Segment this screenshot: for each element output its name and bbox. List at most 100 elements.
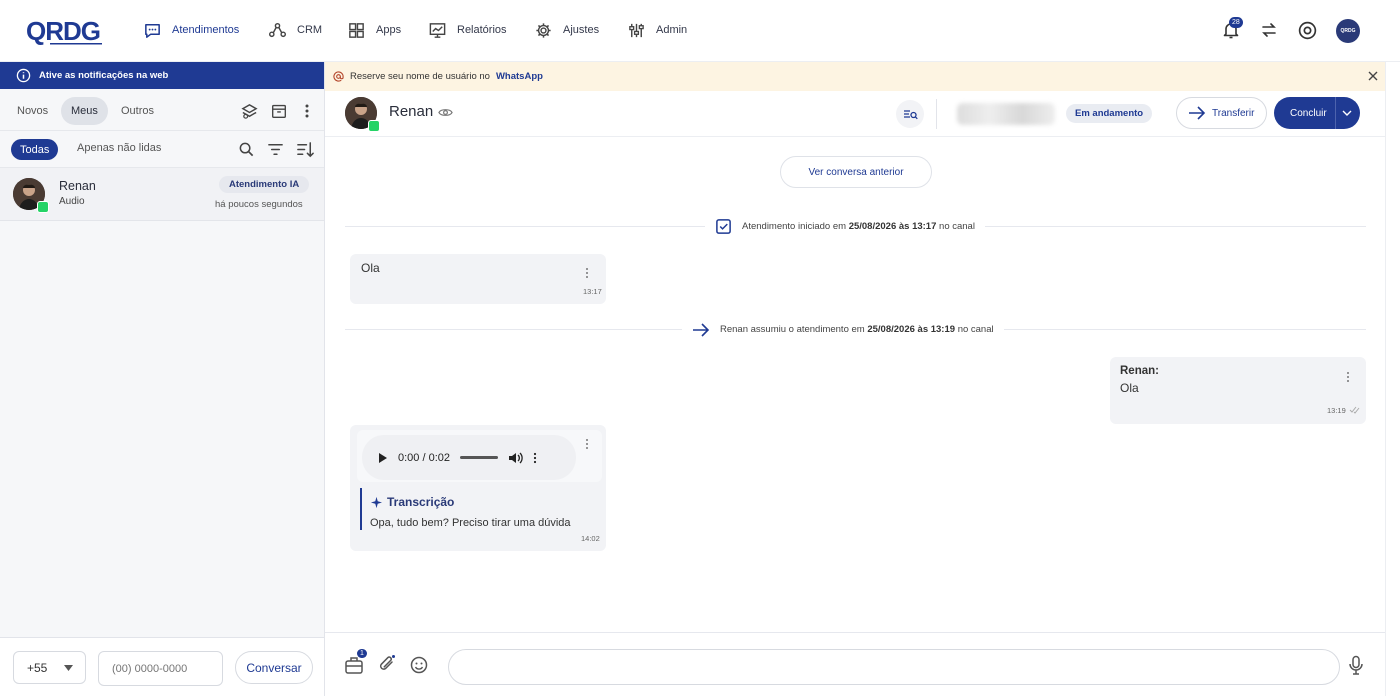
previous-conversation-button[interactable]: Ver conversa anterior	[780, 156, 932, 188]
new-conversation-bar: +55 Conversar	[0, 637, 324, 696]
nav-ajustes[interactable]: Ajustes	[534, 21, 599, 39]
nav-relatorios[interactable]: Relatórios	[428, 21, 507, 39]
nav-atendimentos[interactable]: Atendimentos	[143, 21, 239, 39]
message-input[interactable]	[448, 649, 1340, 685]
audio-player[interactable]: 0:00 / 0:02	[362, 435, 576, 480]
start-conversation-button[interactable]: Conversar	[235, 651, 313, 684]
close-icon[interactable]	[1368, 71, 1378, 81]
notification-badge: 28	[1229, 17, 1243, 28]
message-menu-icon[interactable]	[585, 438, 589, 450]
templates-badge: 1	[357, 649, 367, 658]
divider	[1335, 97, 1336, 129]
message-sender: Renan:	[1120, 365, 1159, 377]
tab-meus[interactable]: Meus	[61, 97, 108, 125]
message-outgoing[interactable]: Renan: Ola 13:19	[1110, 357, 1366, 424]
qrdg-logo[interactable]: QRDG	[26, 18, 106, 46]
contact-name[interactable]: Renan	[389, 103, 433, 120]
sort-icon[interactable]	[296, 140, 315, 159]
nav-apps[interactable]: Apps	[347, 21, 401, 39]
audio-menu-icon[interactable]	[533, 452, 537, 464]
filter-bar: Todas Apenas não lidas	[0, 131, 324, 168]
message-time: 13:19	[1327, 406, 1346, 415]
whatsapp-username-banner: Reserve seu nome de usuário no WhatsApp	[325, 62, 1385, 91]
help-icon[interactable]	[1297, 20, 1318, 41]
switch-arrows-icon[interactable]	[1259, 20, 1279, 40]
sparkle-icon	[370, 496, 383, 508]
message-menu-icon[interactable]	[1346, 371, 1350, 383]
system-text: Atendimento iniciado em	[742, 221, 847, 232]
svg-text:QRDG: QRDG	[26, 18, 100, 46]
paperclip-icon[interactable]	[377, 653, 397, 675]
status-badge: Em andamento	[1066, 104, 1153, 123]
info-icon	[16, 68, 31, 83]
system-text: no canal	[957, 324, 994, 335]
nav-label: Apps	[376, 24, 402, 36]
system-message-started: Atendimento iniciado em 25/08/2026 às 13…	[705, 218, 985, 235]
message-incoming[interactable]: Ola 13:17	[350, 254, 606, 304]
filter-unread-chip[interactable]: Apenas não lidas	[77, 142, 161, 154]
arrow-right-icon	[693, 322, 710, 337]
country-code-value: +55	[27, 660, 48, 675]
notify-text: Ative as notificações na web	[39, 70, 169, 81]
double-check-icon	[1349, 406, 1360, 414]
audio-progress-bar[interactable]	[460, 456, 498, 459]
phone-input[interactable]	[98, 651, 223, 686]
banner-text: Reserve seu nome de usuário no	[350, 71, 490, 82]
whatsapp-icon	[37, 201, 49, 213]
conversation-tag: Atendimento IA	[219, 176, 310, 193]
ai-summary-icon[interactable]	[895, 99, 925, 129]
volume-icon[interactable]	[508, 451, 523, 465]
transcription-title: Transcrição	[387, 495, 455, 509]
filter-all-chip[interactable]: Todas	[11, 139, 59, 160]
message-audio[interactable]: 0:00 / 0:02 Transcrição Opa, tudo bem? P…	[350, 425, 606, 551]
transfer-label: Transferir	[1212, 107, 1255, 119]
eye-icon[interactable]	[438, 105, 453, 120]
at-sign-icon	[333, 71, 344, 82]
conversation-name: Renan	[59, 179, 96, 193]
conclude-button[interactable]: Concluir	[1274, 97, 1360, 129]
banner-brand: WhatsApp	[495, 71, 543, 82]
message-composer: 1	[325, 632, 1385, 696]
system-date: 25/08/2026 às 13:19	[867, 324, 956, 335]
message-time: 14:02	[581, 534, 600, 543]
conversation-preview: Audio	[59, 196, 85, 207]
page-scrollbar[interactable]	[1385, 62, 1400, 696]
caret-down-icon	[64, 665, 73, 671]
nav-label: Relatórios	[457, 24, 507, 36]
archive-icon[interactable]	[270, 102, 288, 120]
gear-icon	[536, 22, 551, 38]
whatsapp-icon	[368, 120, 380, 132]
system-text: no canal	[939, 221, 975, 232]
emoji-icon[interactable]	[409, 655, 429, 675]
conclude-label: Concluir	[1290, 107, 1327, 119]
search-icon[interactable]	[238, 141, 255, 158]
message-text: Ola	[1120, 381, 1139, 395]
user-avatar[interactable]: QRDG	[1336, 19, 1360, 43]
country-code-select[interactable]: +55	[13, 651, 86, 684]
message-text: Ola	[361, 261, 380, 275]
templates-icon[interactable]	[344, 655, 364, 675]
transcription-text: Opa, tudo bem? Preciso tirar uma dúvida	[370, 517, 571, 529]
chevron-down-icon[interactable]	[1342, 110, 1352, 116]
avatar-text: QRDG	[1340, 28, 1356, 34]
divider	[936, 99, 937, 129]
microphone-icon[interactable]	[1348, 655, 1364, 676]
tab-outros[interactable]: Outros	[111, 97, 164, 125]
transfer-button[interactable]: Transferir	[1176, 97, 1267, 129]
tab-novos[interactable]: Novos	[7, 97, 58, 125]
conversation-item[interactable]: Renan Audio Atendimento IA há poucos seg…	[0, 168, 324, 221]
filter-icon[interactable]	[267, 141, 284, 158]
nav-admin[interactable]: Admin	[627, 21, 687, 39]
reports-icon	[429, 22, 446, 38]
layers-icon[interactable]	[240, 102, 259, 121]
notify-banner[interactable]: Ative as notificações na web	[0, 62, 324, 89]
nav-crm[interactable]: CRM	[268, 21, 322, 39]
play-icon[interactable]	[378, 452, 388, 464]
message-menu-icon[interactable]	[585, 267, 589, 279]
nav-label: Atendimentos	[172, 24, 240, 36]
system-text: Renan assumiu o atendimento em	[720, 324, 865, 335]
blurred-info	[957, 103, 1055, 125]
nav-label: Admin	[656, 24, 688, 36]
chat-check-icon	[716, 219, 731, 234]
kebab-menu-icon[interactable]	[300, 102, 314, 120]
